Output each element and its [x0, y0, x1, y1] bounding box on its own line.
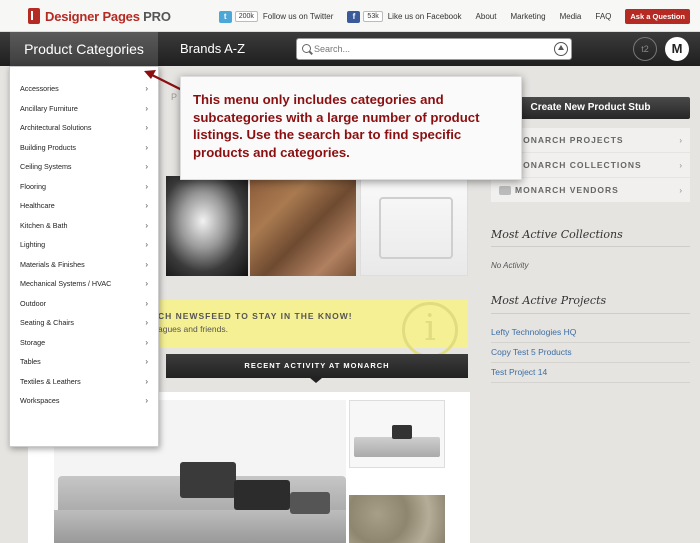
menu-item-mechanical-systems[interactable]: Mechanical Systems / HVAC ›	[10, 274, 158, 294]
pillow-shape	[290, 492, 330, 514]
menu-item-architectural-solutions[interactable]: Architectural Solutions ›	[10, 118, 158, 138]
bowl-product-image[interactable]	[166, 176, 248, 276]
menu-item-outdoor[interactable]: Outdoor ›	[10, 294, 158, 314]
search-bar	[296, 38, 572, 60]
chevron-right-icon: ›	[145, 123, 148, 132]
project-link[interactable]: Lefty Technologies HQ	[491, 323, 690, 343]
sofa-thumbnail[interactable]	[349, 400, 445, 468]
facebook-count: 53k	[363, 11, 383, 22]
newsfeed-title: CH NEWSFEED TO STAY IN THE KNOW!	[158, 311, 353, 321]
chevron-right-icon: ›	[145, 103, 148, 113]
avatar[interactable]: M	[665, 37, 689, 61]
collections-heading: Most Active Collections	[491, 228, 623, 241]
facebook-link[interactable]: Like us on Facebook	[388, 12, 462, 21]
chevron-right-icon: ›	[145, 357, 148, 366]
chevron-right-icon: ›	[145, 259, 148, 269]
menu-item-seating-chairs[interactable]: Seating & Chairs ›	[10, 313, 158, 333]
about-link[interactable]: About	[476, 12, 497, 21]
chevron-right-icon: ›	[145, 396, 148, 405]
chevron-right-icon: ›	[145, 181, 148, 191]
chevron-right-icon: ›	[679, 186, 682, 195]
chevron-right-icon: ›	[145, 298, 148, 308]
chevron-right-icon: ›	[145, 162, 148, 171]
ask-question-button[interactable]: Ask a Question	[625, 9, 690, 24]
mini-pillow-shape	[392, 425, 412, 439]
menu-item-textiles-leathers[interactable]: Textiles & Leathers ›	[10, 372, 158, 392]
collections-empty-text: No Activity	[491, 261, 529, 270]
categories-dropdown: Accessories › Ancillary Furniture › Archit…	[9, 66, 159, 447]
menu-item-storage[interactable]: Storage ›	[10, 333, 158, 353]
menu-item-workspaces[interactable]: Workspaces ›	[10, 391, 158, 411]
vendors-icon	[499, 186, 511, 195]
project-link[interactable]: Test Project 14	[491, 363, 690, 383]
divider	[491, 246, 690, 247]
marketing-link[interactable]: Marketing	[510, 12, 545, 21]
divider	[491, 313, 690, 314]
chevron-right-icon: ›	[145, 318, 148, 327]
sidebar-item-label: MONARCH COLLECTIONS	[515, 160, 642, 170]
chevron-right-icon: ›	[145, 201, 148, 210]
media-link[interactable]: Media	[560, 12, 582, 21]
sofa-seat-shape	[54, 510, 346, 543]
pillow-shape	[180, 462, 236, 498]
recent-activity-header: RECENT ACTIVITY AT MONARCH	[166, 354, 468, 383]
main-nav: Product Categories Brands A-Z t2 M	[0, 32, 700, 66]
chevron-right-icon: ›	[145, 220, 148, 230]
chevron-right-icon: ›	[145, 240, 148, 249]
facebook-icon[interactable]: f	[347, 10, 361, 23]
top-links: t 200k Follow us on Twitter f 53k Like u…	[218, 9, 700, 24]
chevron-right-icon: ›	[145, 142, 148, 152]
menu-item-lighting[interactable]: Lighting ›	[10, 235, 158, 255]
product-image-row	[166, 176, 468, 276]
logo-text: Designer Pages PRO	[45, 8, 171, 24]
mini-sofa-shape	[354, 437, 440, 457]
search-icon	[302, 44, 311, 53]
menu-item-healthcare[interactable]: Healthcare ›	[10, 196, 158, 216]
chevron-right-icon: ›	[145, 279, 148, 288]
annotation-text: This menu only includes categories and s…	[193, 92, 480, 160]
menu-item-ceiling-systems[interactable]: Ceiling Systems ›	[10, 157, 158, 177]
twitter-link[interactable]: Follow us on Twitter	[263, 12, 334, 21]
chevron-right-icon: ›	[679, 161, 682, 170]
fabric-thumbnail[interactable]	[349, 495, 445, 543]
sidebar-item-vendors[interactable]: MONARCH VENDORS ›	[491, 178, 690, 203]
chevron-right-icon: ›	[679, 136, 682, 145]
brands-tab[interactable]: Brands A-Z	[180, 32, 245, 66]
menu-item-tables[interactable]: Tables ›	[10, 352, 158, 372]
menu-item-flooring[interactable]: Flooring ›	[10, 177, 158, 197]
newsfeed-subtitle: agues and friends.	[158, 324, 228, 334]
annotation-callout: This menu only includes categories and s…	[180, 76, 522, 180]
search-submit-icon[interactable]	[554, 42, 568, 56]
menu-item-accessories[interactable]: Accessories ›	[10, 79, 158, 99]
twitter-count: 200k	[234, 11, 258, 22]
chevron-right-icon: ›	[145, 337, 148, 347]
logo[interactable]: Designer Pages PRO	[28, 8, 171, 24]
logo-icon	[28, 8, 40, 24]
projects-list: Lefty Technologies HQ Copy Test 5 Produc…	[491, 323, 690, 383]
projects-heading: Most Active Projects	[491, 294, 607, 307]
faq-link[interactable]: FAQ	[595, 12, 611, 21]
menu-item-kitchen-bath[interactable]: Kitchen & Bath ›	[10, 216, 158, 236]
sidebar-item-label: MONARCH PROJECTS	[515, 135, 624, 145]
menu-item-ancillary-furniture[interactable]: Ancillary Furniture ›	[10, 99, 158, 119]
project-link[interactable]: Copy Test 5 Products	[491, 343, 690, 363]
search-input[interactable]	[314, 41, 544, 57]
menu-item-building-products[interactable]: Building Products ›	[10, 138, 158, 158]
product-categories-tab[interactable]: Product Categories	[10, 32, 158, 66]
menu-item-materials-finishes[interactable]: Materials & Finishes ›	[10, 255, 158, 275]
info-icon: i	[402, 302, 458, 358]
twitter-icon[interactable]: t	[218, 10, 232, 23]
top-bar: Designer Pages PRO t 200k Follow us on T…	[0, 0, 700, 32]
stone-product-image[interactable]	[250, 176, 356, 276]
sidebar-item-label: MONARCH VENDORS	[515, 185, 619, 195]
notification-circle[interactable]: t2	[633, 37, 657, 61]
pillow-shape	[234, 480, 290, 510]
chevron-right-icon: ›	[145, 376, 148, 386]
shelf-product-image[interactable]	[360, 176, 468, 276]
